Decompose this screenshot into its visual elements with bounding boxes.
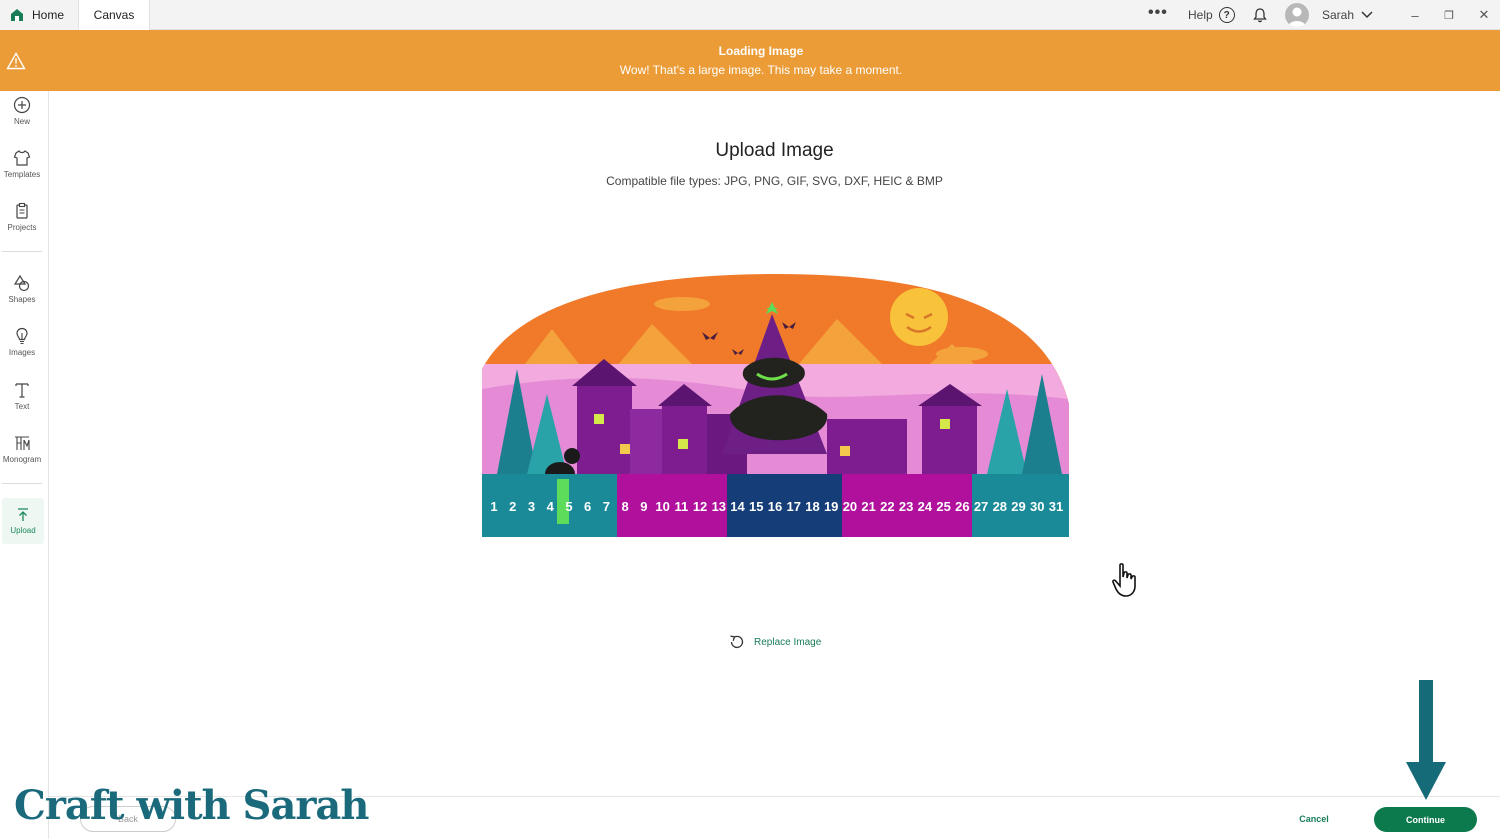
lightbulb-icon	[16, 327, 28, 345]
calendar-day-label: 25	[936, 499, 950, 514]
title-bar: Home Canvas ••• Help ? Sarah – ❐ ✕	[0, 0, 1500, 30]
calendar-day-label: 30	[1030, 499, 1044, 514]
username-label: Sarah	[1322, 8, 1355, 22]
calendar-day-label: 31	[1049, 499, 1063, 514]
restore-button[interactable]: ❐	[1434, 0, 1464, 30]
sidebar-item-projects[interactable]: Projects	[0, 202, 44, 232]
sidebar-item-label: Images	[8, 348, 36, 357]
replace-image-label: Replace Image	[754, 636, 822, 648]
text-icon	[15, 383, 29, 398]
close-button[interactable]: ✕	[1469, 0, 1499, 30]
help-label: Help	[1188, 8, 1213, 22]
calendar-day-label: 17	[786, 499, 800, 514]
calendar-day-label: 21	[861, 499, 875, 514]
home-icon	[11, 9, 23, 21]
user-menu[interactable]: Sarah	[1322, 0, 1374, 30]
calendar-day-label: 14	[730, 499, 745, 514]
calendar-day-label: 22	[880, 499, 894, 514]
tab-home-label: Home	[32, 8, 65, 22]
calendar-day-label: 27	[974, 499, 988, 514]
calendar-day-label: 8	[622, 499, 629, 514]
continue-button[interactable]: Continue	[1374, 807, 1477, 832]
calendar-day-label: 1	[490, 499, 497, 514]
calendar-day-label: 9	[640, 499, 647, 514]
tab-canvas-label: Canvas	[93, 8, 135, 22]
sidebar-item-upload[interactable]: Upload	[2, 498, 44, 544]
notifications-button[interactable]	[1252, 0, 1268, 30]
avatar[interactable]	[1285, 0, 1309, 30]
refresh-icon	[730, 635, 744, 648]
calendar-day-label: 20	[843, 499, 857, 514]
calendar-day-label: 26	[955, 499, 969, 514]
calendar-day-label: 16	[768, 499, 782, 514]
calendar-day-label: 23	[899, 499, 913, 514]
sidebar-item-label: Monogram	[2, 455, 42, 464]
left-sidebar: New Templates Projects Shapes Images Tex…	[0, 91, 49, 839]
calendar-day-label: 3	[528, 499, 535, 514]
calendar-day-label: 7	[603, 499, 610, 514]
sidebar-item-monogram[interactable]: Monogram	[0, 434, 44, 464]
sidebar-item-label: Templates	[3, 170, 41, 179]
user-avatar-icon	[1285, 3, 1309, 27]
file-types-text: Compatible file types: JPG, PNG, GIF, SV…	[606, 174, 943, 188]
calendar-day-label: 5	[565, 499, 572, 514]
more-options-button[interactable]: •••	[1148, 0, 1168, 28]
calendar-day-label: 2	[509, 499, 516, 514]
sidebar-item-label: Shapes	[8, 295, 36, 304]
calendar-day-label: 29	[1011, 499, 1025, 514]
chevron-down-icon	[1361, 11, 1373, 19]
calendar-day-label: 6	[584, 499, 591, 514]
calendar-day-label: 10	[655, 499, 669, 514]
shirt-icon	[13, 150, 31, 166]
calendar-day-label: 13	[712, 499, 726, 514]
sidebar-item-text[interactable]: Text	[0, 381, 44, 411]
continue-label: Continue	[1406, 814, 1445, 825]
sidebar-item-shapes[interactable]: Shapes	[0, 274, 44, 304]
sidebar-divider	[2, 483, 42, 484]
page-title: Upload Image	[715, 140, 834, 161]
loading-banner: Loading Image Wow! That's a large image.…	[0, 30, 1500, 91]
tab-home[interactable]: Home	[0, 0, 78, 30]
sidebar-item-new[interactable]: New	[0, 96, 44, 126]
minimize-button[interactable]: –	[1400, 0, 1430, 30]
shapes-icon	[13, 274, 30, 292]
sidebar-item-label: Projects	[7, 223, 37, 232]
calendar-day-label: 15	[749, 499, 763, 514]
clipboard-icon	[16, 202, 28, 219]
tab-canvas[interactable]: Canvas	[78, 0, 150, 30]
cancel-label: Cancel	[1299, 814, 1329, 824]
banner-title: Loading Image	[718, 44, 804, 58]
bell-icon	[1253, 8, 1267, 23]
calendar-day-label: 11	[674, 499, 688, 514]
calendar-day-label: 4	[547, 499, 555, 514]
sidebar-item-label: Text	[14, 402, 30, 411]
calendar-day-label: 28	[993, 499, 1007, 514]
cancel-button[interactable]: Cancel	[1288, 810, 1340, 828]
calendar-day-label: 19	[824, 499, 838, 514]
arrow-down-icon	[1406, 680, 1446, 800]
watermark-logo: Craft with Sarah	[14, 782, 369, 829]
replace-image-button[interactable]: Replace Image	[728, 633, 821, 651]
banner-message: Wow! That's a large image. This may take…	[619, 63, 903, 77]
help-button[interactable]: Help ?	[1188, 0, 1235, 30]
hand-cursor-icon	[1112, 563, 1136, 597]
upload-icon	[18, 508, 28, 521]
sidebar-divider	[2, 251, 42, 252]
plus-circle-icon	[13, 96, 31, 114]
calendar-day-label: 18	[805, 499, 819, 514]
sidebar-item-label: New	[13, 117, 30, 126]
sidebar-item-label: Upload	[10, 526, 36, 535]
sidebar-item-templates[interactable]: Templates	[0, 149, 44, 179]
uploaded-image-preview: 1 2 3 4 5 6 7 8 9 10 11 12 13 14 15 16 17 18 19 20 21 22 23 24 2…	[482, 274, 1069, 537]
sidebar-item-images[interactable]: Images	[0, 327, 44, 357]
help-icon: ?	[1218, 7, 1235, 23]
calendar-day-label: 12	[693, 499, 707, 514]
calendar-day-label: 24	[918, 499, 933, 514]
monogram-icon	[15, 436, 30, 450]
